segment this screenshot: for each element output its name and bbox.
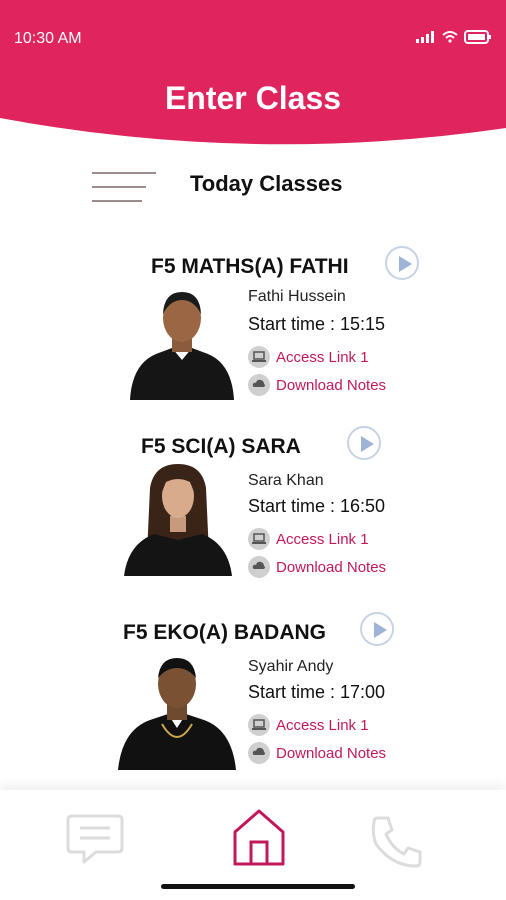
laptop-icon — [248, 714, 270, 736]
download-notes-link[interactable]: Download Notes — [248, 742, 386, 764]
section-title: Today Classes — [190, 171, 343, 196]
home-indicator — [161, 884, 355, 889]
teacher-photo — [118, 648, 236, 770]
cloud-download-icon — [248, 556, 270, 578]
start-time: Start time : 17:00 — [248, 682, 386, 702]
wifi-icon — [442, 31, 458, 43]
play-button[interactable] — [347, 426, 381, 460]
class-title: F5 MATHS(A) FATHI — [151, 255, 349, 278]
cloud-download-icon — [248, 742, 270, 764]
class-title: F5 SCI(A) SARA — [141, 435, 301, 458]
class-card: F5 MATHS(A) FATHI Fathi Hussein Start ti… — [0, 240, 506, 420]
access-link-label: Access Link 1 — [276, 716, 369, 734]
phone-icon[interactable] — [370, 814, 424, 868]
class-card: F5 SCI(A) SARA Sara Khan Start time : 16… — [0, 424, 506, 604]
chat-icon[interactable] — [66, 812, 124, 868]
class-title: F5 EKO(A) BADANG — [123, 621, 326, 644]
teacher-name: Fathi Hussein — [248, 288, 346, 305]
download-notes-label: Download Notes — [276, 376, 387, 394]
laptop-icon — [248, 346, 270, 368]
header: 10:30 AM Enter Class — [0, 0, 506, 150]
start-time: Start time : 15:15 — [248, 314, 386, 334]
status-icons — [416, 30, 492, 44]
signal-icon — [416, 31, 434, 43]
teacher-name: Syahir Andy — [248, 658, 334, 675]
download-notes-link[interactable]: Download Notes — [248, 556, 386, 578]
laptop-icon — [248, 528, 270, 550]
home-icon[interactable] — [232, 808, 286, 868]
teacher-photo — [124, 458, 232, 576]
play-button[interactable] — [360, 612, 394, 646]
access-link-label: Access Link 1 — [276, 530, 369, 548]
access-link-label: Access Link 1 — [276, 348, 369, 366]
page-title: Enter Class — [164, 80, 342, 116]
download-notes-label: Download Notes — [276, 744, 387, 762]
battery-icon — [464, 30, 491, 44]
start-time: Start time : 16:50 — [248, 496, 386, 516]
cloud-download-icon — [248, 374, 270, 396]
play-button[interactable] — [385, 246, 419, 280]
class-card: F5 EKO(A) BADANG Syahir Andy Start time … — [0, 610, 506, 790]
access-link[interactable]: Access Link 1 — [248, 714, 369, 736]
teacher-name: Sara Khan — [248, 472, 324, 489]
header-background — [0, 0, 506, 145]
menu-icon[interactable] — [92, 170, 158, 204]
access-link[interactable]: Access Link 1 — [248, 528, 369, 550]
access-link[interactable]: Access Link 1 — [248, 346, 369, 368]
download-notes-label: Download Notes — [276, 558, 387, 576]
teacher-photo — [128, 282, 236, 400]
status-time: 10:30 AM — [14, 30, 82, 47]
download-notes-link[interactable]: Download Notes — [248, 374, 386, 396]
